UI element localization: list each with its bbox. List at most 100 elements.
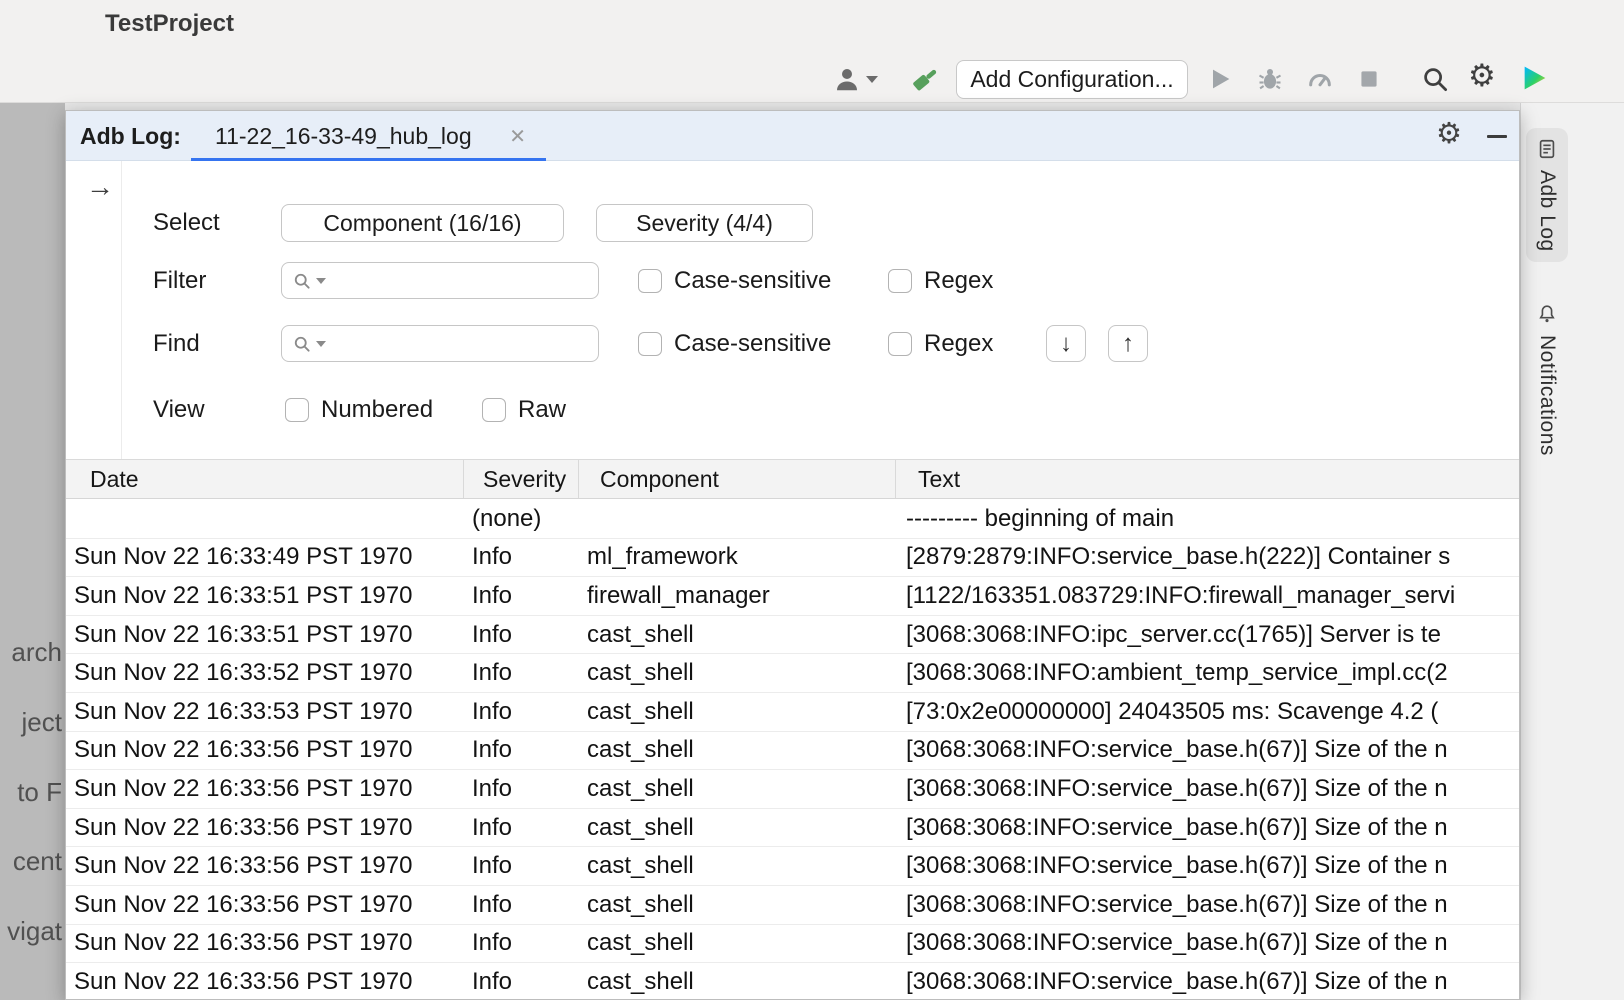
- cell-component: cast_shell: [579, 616, 896, 654]
- settings-button[interactable]: ⚙: [1468, 60, 1496, 91]
- panel-settings-button[interactable]: ⚙: [1436, 120, 1462, 149]
- add-configuration-label: Add Configuration...: [970, 66, 1173, 93]
- dimmed-background-strip: arch ject to F cent vigat: [0, 103, 65, 1000]
- filter-case-sensitive-checkbox[interactable]: Case-sensitive: [638, 262, 831, 300]
- bell-icon: [1536, 303, 1558, 325]
- user-icon: [832, 64, 862, 94]
- severity-filter-button[interactable]: Severity (4/4): [596, 204, 813, 242]
- checkbox-box[interactable]: [482, 398, 506, 422]
- toolwindow-tab-label: Adb Log: [1535, 170, 1559, 252]
- filter-input[interactable]: [330, 269, 598, 293]
- cell-severity: Info: [464, 693, 579, 731]
- log-tab[interactable]: 11-22_16-33-49_hub_log ✕: [191, 111, 546, 161]
- cell-date: [66, 500, 464, 538]
- checkbox-box[interactable]: [888, 269, 912, 293]
- column-header-date[interactable]: Date: [66, 460, 464, 498]
- cell-text: [3068:3068:INFO:service_base.h(67)] Size…: [896, 809, 1519, 847]
- search-history-chevron-icon[interactable]: [316, 341, 326, 347]
- filter-search-field[interactable]: [281, 262, 599, 299]
- cell-date: Sun Nov 22 16:33:49 PST 1970: [66, 539, 464, 577]
- cell-date: Sun Nov 22 16:33:56 PST 1970: [66, 963, 464, 999]
- play-store-icon: [1518, 62, 1550, 94]
- table-row[interactable]: Sun Nov 22 16:33:56 PST 1970 Info cast_s…: [66, 963, 1519, 999]
- numbered-checkbox[interactable]: Numbered: [285, 391, 433, 429]
- background-text-fragment: ject: [22, 707, 62, 738]
- panel-title: Adb Log:: [80, 111, 181, 161]
- minimize-icon[interactable]: [1487, 135, 1507, 138]
- cell-component: firewall_manager: [579, 577, 896, 615]
- cell-severity: Info: [464, 963, 579, 999]
- cell-component: [579, 500, 896, 538]
- checkbox-box[interactable]: [638, 269, 662, 293]
- column-header-component[interactable]: Component: [579, 460, 896, 498]
- search-history-chevron-icon[interactable]: [316, 278, 326, 284]
- cell-text: [3068:3068:INFO:service_base.h(67)] Size…: [896, 886, 1519, 924]
- cell-date: Sun Nov 22 16:33:56 PST 1970: [66, 847, 464, 885]
- debug-icon: [1256, 65, 1284, 93]
- profiler-button[interactable]: [1306, 65, 1334, 93]
- find-case-sensitive-checkbox[interactable]: Case-sensitive: [638, 325, 831, 363]
- cell-severity: Info: [464, 654, 579, 692]
- collapse-filters-arrow-icon[interactable]: →: [86, 173, 114, 201]
- debug-button[interactable]: [1256, 65, 1284, 93]
- stop-button[interactable]: [1356, 66, 1382, 92]
- severity-filter-label: Severity (4/4): [636, 210, 773, 237]
- find-next-button[interactable]: ↓: [1046, 325, 1086, 362]
- checkbox-label: Case-sensitive: [674, 330, 831, 358]
- table-row[interactable]: Sun Nov 22 16:33:53 PST 1970 Info cast_s…: [66, 693, 1519, 732]
- checkbox-box[interactable]: [888, 332, 912, 356]
- table-row[interactable]: Sun Nov 22 16:33:56 PST 1970 Info cast_s…: [66, 809, 1519, 848]
- table-row[interactable]: Sun Nov 22 16:33:56 PST 1970 Info cast_s…: [66, 886, 1519, 925]
- cell-date: Sun Nov 22 16:33:51 PST 1970: [66, 616, 464, 654]
- titlebar: TestProject Add Configuration...: [0, 0, 1624, 103]
- cell-date: Sun Nov 22 16:33:51 PST 1970: [66, 577, 464, 615]
- column-header-text[interactable]: Text: [896, 460, 1519, 498]
- column-header-severity[interactable]: Severity: [464, 460, 579, 498]
- log-tab-title: 11-22_16-33-49_hub_log: [215, 123, 472, 150]
- table-row[interactable]: Sun Nov 22 16:33:56 PST 1970 Info cast_s…: [66, 925, 1519, 964]
- view-label: View: [153, 391, 205, 429]
- find-label: Find: [153, 325, 200, 363]
- find-search-field[interactable]: [281, 325, 599, 362]
- user-profile-button[interactable]: [832, 64, 878, 94]
- table-row[interactable]: (none) --------- beginning of main: [66, 500, 1519, 539]
- gear-icon: ⚙: [1436, 118, 1462, 150]
- table-row[interactable]: Sun Nov 22 16:33:56 PST 1970 Info cast_s…: [66, 847, 1519, 886]
- build-button[interactable]: [910, 64, 942, 96]
- table-body: (none) --------- beginning of main Sun N…: [66, 500, 1519, 999]
- cell-severity: Info: [464, 925, 579, 963]
- checkbox-box[interactable]: [638, 332, 662, 356]
- arrow-up-icon: ↑: [1122, 330, 1134, 358]
- component-filter-button[interactable]: Component (16/16): [281, 204, 564, 242]
- checkbox-label: Regex: [924, 267, 993, 295]
- background-text-fragment: to F: [17, 777, 62, 808]
- table-row[interactable]: Sun Nov 22 16:33:56 PST 1970 Info cast_s…: [66, 770, 1519, 809]
- find-previous-button[interactable]: ↑: [1108, 325, 1148, 362]
- checkbox-box[interactable]: [285, 398, 309, 422]
- table-row[interactable]: Sun Nov 22 16:33:49 PST 1970 Info ml_fra…: [66, 539, 1519, 578]
- table-header: Date Severity Component Text: [66, 459, 1519, 499]
- checkbox-label: Case-sensitive: [674, 267, 831, 295]
- toolwindow-tab-adb-log[interactable]: Adb Log: [1526, 128, 1568, 262]
- background-text-fragment: cent: [13, 846, 62, 877]
- cell-severity: Info: [464, 770, 579, 808]
- close-icon[interactable]: ✕: [509, 124, 526, 149]
- cell-date: Sun Nov 22 16:33:56 PST 1970: [66, 732, 464, 770]
- play-store-button[interactable]: [1518, 62, 1550, 94]
- cell-text: --------- beginning of main: [896, 500, 1519, 538]
- table-row[interactable]: Sun Nov 22 16:33:51 PST 1970 Info cast_s…: [66, 616, 1519, 655]
- cell-text: [2879:2879:INFO:service_base.h(222)] Con…: [896, 539, 1519, 577]
- raw-checkbox[interactable]: Raw: [482, 391, 566, 429]
- find-regex-checkbox[interactable]: Regex: [888, 325, 993, 363]
- add-configuration-button[interactable]: Add Configuration...: [956, 60, 1188, 99]
- filter-regex-checkbox[interactable]: Regex: [888, 262, 993, 300]
- cell-severity: Info: [464, 616, 579, 654]
- table-row[interactable]: Sun Nov 22 16:33:52 PST 1970 Info cast_s…: [66, 654, 1519, 693]
- search-everywhere-button[interactable]: [1420, 64, 1450, 94]
- toolwindow-tab-notifications[interactable]: Notifications: [1526, 293, 1568, 466]
- table-row[interactable]: Sun Nov 22 16:33:51 PST 1970 Info firewa…: [66, 577, 1519, 616]
- cell-text: [3068:3068:INFO:service_base.h(67)] Size…: [896, 732, 1519, 770]
- table-row[interactable]: Sun Nov 22 16:33:56 PST 1970 Info cast_s…: [66, 732, 1519, 771]
- find-input[interactable]: [330, 332, 598, 356]
- run-button[interactable]: [1206, 65, 1234, 93]
